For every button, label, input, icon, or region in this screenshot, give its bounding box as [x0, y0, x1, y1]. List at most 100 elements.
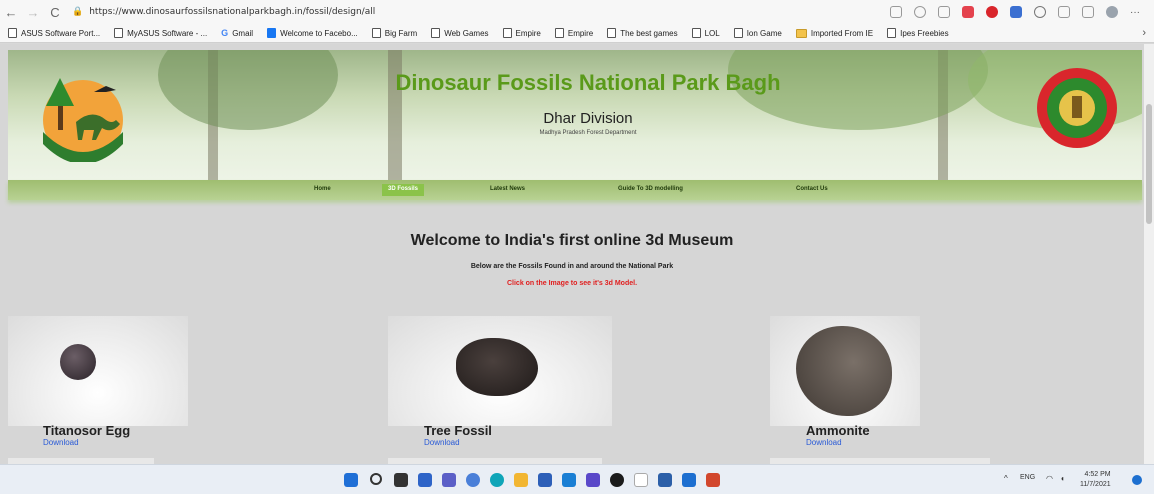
address-bar[interactable]: 🔒 https://www.dinosaurfossilsnationalpar… — [72, 3, 712, 21]
click-hint-text: Click on the Image to see it's 3d Model. — [506, 280, 638, 287]
notification-icon[interactable] — [1132, 475, 1142, 485]
scrollbar-thumb[interactable] — [1146, 104, 1152, 224]
extension-stop-icon[interactable] — [986, 6, 998, 18]
fossil-name: Ammonite — [806, 423, 870, 438]
bookmark-item[interactable]: Empire — [502, 28, 541, 38]
page-icon — [502, 28, 512, 38]
page-icon — [691, 28, 701, 38]
bookmark-label: Empire — [567, 28, 594, 38]
task-view-icon[interactable] — [394, 473, 408, 487]
back-button[interactable]: ← — [0, 2, 22, 22]
menu-item-latest-news[interactable]: Latest News — [484, 184, 531, 196]
menu-item-guide-3d-modelling[interactable]: Guide To 3D modelling — [612, 184, 689, 196]
tray-overflow-chevron-icon[interactable]: ^ — [1004, 474, 1008, 483]
forward-button[interactable]: → — [22, 2, 44, 22]
forward-arrow-icon: → — [26, 4, 40, 20]
search-icon[interactable] — [370, 473, 382, 485]
page-icon — [8, 28, 17, 38]
gmail-icon: G — [221, 28, 229, 38]
page-icon — [371, 28, 381, 38]
intro-text: Below are the Fossils Found in and aroun… — [470, 263, 674, 270]
fossil-name: Titanosor Egg — [43, 423, 131, 438]
more-bookmarks-chevron-icon[interactable]: › — [1142, 27, 1154, 39]
photos-icon[interactable] — [586, 473, 600, 487]
toolbar-extensions: ··· — [890, 6, 1154, 18]
download-link[interactable]: Download — [43, 438, 79, 447]
bookmark-item[interactable]: Big Farm — [371, 28, 417, 38]
download-link[interactable]: Download — [806, 438, 842, 447]
bookmark-item[interactable]: Ion Game — [733, 28, 782, 38]
menu-item-contact-us[interactable]: Contact Us — [790, 184, 834, 196]
extension-blue-icon[interactable] — [1010, 6, 1022, 18]
page-scrollbar[interactable] — [1144, 44, 1154, 464]
windows-taskbar: ^ ENG ◠ ◖ 4:52 PM 11/7/2021 — [0, 464, 1154, 494]
teams-chat-icon[interactable] — [442, 473, 456, 487]
reload-icon: C — [50, 4, 60, 20]
file-explorer-icon[interactable] — [514, 473, 528, 487]
bookmark-item[interactable]: The best games — [607, 28, 678, 38]
favorite-star-icon[interactable] — [938, 6, 950, 18]
main-menu: Home 3D Fossils Latest News Guide To 3D … — [8, 180, 1142, 200]
fossil-image-tree-fossil[interactable] — [388, 316, 612, 426]
bookmark-label: Gmail — [232, 28, 254, 38]
extension-gray-icon[interactable] — [1034, 6, 1046, 18]
word-icon[interactable] — [682, 473, 696, 487]
bookmarks-bar: ASUS Software Port... MyASUS Software - … — [0, 24, 1154, 43]
bookmark-item[interactable]: ASUS Software Port... — [8, 28, 100, 38]
bookmark-label: Ipes Freebies — [900, 28, 949, 38]
network-wifi-icon[interactable]: ◠ — [1046, 474, 1053, 483]
read-aloud-icon[interactable] — [890, 6, 902, 18]
clock-time: 4:52 PM — [1084, 471, 1111, 478]
cortana-icon[interactable] — [466, 473, 480, 487]
extension-red-icon[interactable] — [962, 6, 974, 18]
zoom-icon[interactable] — [914, 6, 926, 18]
fossil-image-ammonite[interactable] — [770, 316, 920, 426]
bookmark-folder[interactable]: Imported From IE — [795, 28, 874, 38]
volume-icon[interactable]: ◖ — [1060, 474, 1065, 483]
lock-icon: 🔒 — [72, 7, 84, 17]
bookmark-item[interactable]: Welcome to Facebo... — [267, 28, 358, 38]
menu-item-3d-fossils[interactable]: 3D Fossils — [382, 184, 425, 196]
app-circle-icon[interactable] — [610, 473, 624, 487]
page-icon — [607, 28, 617, 38]
mail-icon[interactable] — [562, 473, 576, 487]
division-name: Dhar Division — [543, 110, 633, 127]
fossil-name: Tree Fossil — [424, 423, 492, 438]
store-icon[interactable] — [538, 473, 552, 487]
bookmark-label: Imported From IE — [810, 28, 874, 38]
tree-fossil-shape — [456, 338, 538, 396]
fossil-card[interactable]: Tree Fossil Download — [388, 316, 612, 447]
site-header: Dinosaur Fossils National Park Bagh Dhar… — [8, 50, 1142, 182]
facebook-icon — [267, 28, 277, 38]
widgets-icon[interactable] — [418, 473, 432, 487]
language-indicator[interactable]: ENG — [1020, 474, 1035, 481]
powerpoint-icon[interactable] — [706, 473, 720, 487]
bookmark-item[interactable]: Web Games — [431, 28, 489, 38]
bookmark-item[interactable]: Ipes Freebies — [887, 28, 949, 38]
notepad-icon[interactable] — [634, 473, 648, 487]
fossil-card[interactable]: Ammonite Download — [770, 316, 930, 447]
bookmark-item[interactable]: LOL — [691, 28, 720, 38]
page-icon — [431, 28, 441, 38]
start-windows-icon[interactable] — [344, 473, 358, 487]
state-emblem-logo — [1037, 68, 1117, 148]
download-link[interactable]: Download — [424, 438, 460, 447]
collections-icon[interactable] — [1082, 6, 1094, 18]
ammonite-fossil-shape — [796, 326, 892, 416]
more-menu-icon[interactable]: ··· — [1130, 7, 1140, 18]
page-heading: Welcome to India's first online 3d Museu… — [410, 232, 734, 249]
reload-button[interactable]: C — [44, 2, 66, 22]
bookmark-item[interactable]: Empire — [554, 28, 594, 38]
bookmark-label: Ion Game — [746, 28, 782, 38]
department-name: Madhya Pradesh Forest Department — [539, 130, 637, 136]
favorites-icon[interactable] — [1058, 6, 1070, 18]
menu-item-home[interactable]: Home — [308, 184, 337, 196]
profile-avatar-icon[interactable] — [1106, 6, 1118, 18]
fossil-card[interactable]: Titanosor Egg Download — [8, 316, 198, 447]
edge-browser-icon[interactable] — [490, 473, 504, 487]
fossil-image-titanosor-egg[interactable] — [8, 316, 188, 426]
taskbar-clock[interactable]: 4:52 PM 11/7/2021 — [1080, 470, 1111, 490]
bookmark-item[interactable]: MyASUS Software - ... — [114, 28, 207, 38]
bookmark-item[interactable]: G Gmail — [221, 28, 253, 38]
image-viewer-icon[interactable] — [658, 473, 672, 487]
